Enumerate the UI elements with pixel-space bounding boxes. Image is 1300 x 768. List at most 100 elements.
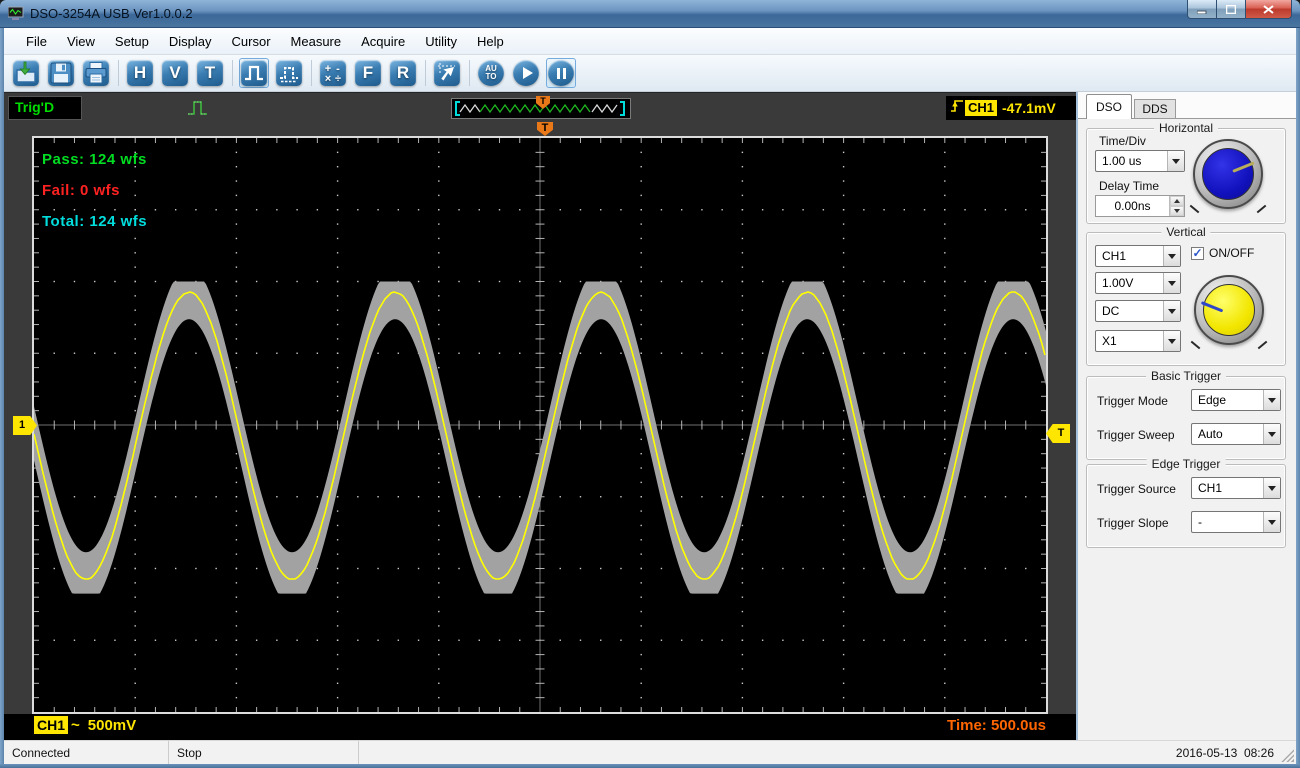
close-button[interactable] — [1246, 0, 1292, 19]
pass-count: Pass: 124 wfs — [42, 144, 147, 175]
delay-time-label: Delay Time — [1099, 179, 1159, 193]
toolbar-separator — [232, 60, 233, 86]
open-file-button[interactable] — [11, 58, 41, 88]
trigger-sweep-select[interactable]: Auto — [1191, 423, 1281, 445]
cursor-measure-button[interactable] — [432, 58, 462, 88]
basic-trigger-title: Basic Trigger — [1146, 369, 1226, 383]
fail-count: Fail: 0 wfs — [42, 175, 147, 206]
trigger-source-label: Trigger Source — [1097, 482, 1176, 496]
knob-pointer — [1201, 301, 1223, 312]
svg-text:÷: ÷ — [335, 73, 341, 85]
math-functions-button[interactable]: +-×÷ — [318, 58, 348, 88]
menu-measure[interactable]: Measure — [281, 30, 352, 53]
chevron-down-icon[interactable] — [1263, 424, 1280, 444]
scope-display[interactable]: Pass: 124 wfs Fail: 0 wfs Total: 124 wfs — [32, 136, 1048, 714]
tab-dso[interactable]: DSO — [1086, 94, 1132, 119]
horizontal-setup-icon: H — [127, 60, 153, 86]
chevron-down-icon[interactable] — [1163, 301, 1180, 321]
toolbar: HVT +-×÷ FR AUTO — [4, 55, 1296, 92]
time-readout: Time: 500.0us — [947, 717, 1046, 734]
run-button[interactable] — [511, 58, 541, 88]
trigger-slope-select[interactable]: - — [1191, 511, 1281, 533]
fft-icon: F — [355, 60, 381, 86]
maximize-button[interactable] — [1217, 0, 1246, 19]
spin-up-icon[interactable] — [1170, 196, 1184, 206]
horizontal-group-title: Horizontal — [1154, 121, 1218, 135]
chevron-down-icon[interactable] — [1263, 390, 1280, 410]
pulse-icon — [186, 97, 214, 124]
pause-icon — [548, 60, 574, 86]
menu-help[interactable]: Help — [467, 30, 514, 53]
vertical-knob[interactable] — [1194, 275, 1268, 349]
checkbox-checked-icon[interactable]: ✓ — [1191, 247, 1204, 260]
probe-select[interactable]: X1 — [1095, 330, 1181, 352]
timediv-label: Time/Div — [1099, 134, 1146, 148]
menu-acquire[interactable]: Acquire — [351, 30, 415, 53]
channel-chip: CH1 — [34, 716, 68, 734]
trigger-level-marker[interactable]: T — [1046, 424, 1070, 443]
vertical-setup-button[interactable]: V — [160, 58, 190, 88]
trigger-setup-button[interactable]: T — [195, 58, 225, 88]
vertical-setup-icon: V — [162, 60, 188, 86]
trigger-mode-select[interactable]: Edge — [1191, 389, 1281, 411]
horizontal-group: Horizontal Time/Div 1.00 us Delay Time 0… — [1086, 128, 1286, 224]
connection-status: Connected — [4, 741, 169, 764]
control-panel: DSO DDS Horizontal Time/Div 1.00 us Dela… — [1078, 92, 1296, 740]
chevron-down-icon[interactable] — [1167, 151, 1184, 171]
acquisition-status: Stop — [169, 741, 359, 764]
horizontal-knob[interactable] — [1193, 139, 1267, 213]
waveform-record-button[interactable] — [274, 58, 304, 88]
menu-file[interactable]: File — [16, 30, 57, 53]
play-icon — [513, 60, 539, 86]
knob-face — [1202, 148, 1254, 200]
cursor-icon — [434, 60, 460, 86]
math-icon: +-×÷ — [320, 60, 346, 86]
pass-fail-test-button[interactable] — [239, 58, 269, 88]
trigger-channel-chip: CH1 — [965, 100, 997, 116]
auto-set-button[interactable]: AUTO — [476, 58, 506, 88]
menu-utility[interactable]: Utility — [415, 30, 467, 53]
edge-trigger-group: Edge Trigger Trigger Source CH1 Trigger … — [1086, 464, 1286, 548]
basic-trigger-group: Basic Trigger Trigger Mode Edge Trigger … — [1086, 376, 1286, 460]
channel-select[interactable]: CH1 — [1095, 245, 1181, 267]
volts-div-select[interactable]: 1.00V — [1095, 272, 1181, 294]
toolbar-separator — [425, 60, 426, 86]
trigger-source-select[interactable]: CH1 — [1191, 477, 1281, 499]
status-bar: Connected Stop 2016-05-13 08:26 — [4, 740, 1296, 764]
window-border-left — [0, 28, 4, 768]
channel-onoff[interactable]: ✓ ON/OFF — [1191, 246, 1254, 260]
title-bar[interactable]: DSO-3254A USB Ver1.0.0.2 — [0, 0, 1300, 28]
trigger-sweep-label: Trigger Sweep — [1097, 428, 1175, 442]
save-file-button[interactable] — [46, 58, 76, 88]
pulse2-icon — [276, 60, 302, 86]
spin-down-icon[interactable] — [1170, 206, 1184, 216]
menu-setup[interactable]: Setup — [105, 30, 159, 53]
coupling-select[interactable]: DC — [1095, 300, 1181, 322]
spinner-buttons[interactable] — [1169, 196, 1184, 216]
tab-dds[interactable]: DDS — [1134, 99, 1176, 119]
menu-view[interactable]: View — [57, 30, 105, 53]
print-button[interactable] — [81, 58, 111, 88]
edge-trigger-title: Edge Trigger — [1147, 457, 1226, 471]
minimize-button[interactable] — [1187, 0, 1217, 19]
trigger-slope-label: Trigger Slope — [1097, 516, 1169, 530]
pause-button[interactable] — [546, 58, 576, 88]
chevron-down-icon[interactable] — [1263, 478, 1280, 498]
menu-cursor[interactable]: Cursor — [222, 30, 281, 53]
chevron-down-icon[interactable] — [1163, 273, 1180, 293]
fft-button[interactable]: F — [353, 58, 383, 88]
horizontal-setup-button[interactable]: H — [125, 58, 155, 88]
delay-time-input[interactable]: 0.00ns — [1095, 195, 1185, 217]
vertical-group: Vertical CH1 1.00V DC X1 ✓ ON/OFF — [1086, 232, 1286, 366]
print-icon — [83, 60, 109, 86]
trigger-setup-icon: T — [197, 60, 223, 86]
chevron-down-icon[interactable] — [1163, 331, 1180, 351]
menu-display[interactable]: Display — [159, 30, 222, 53]
chevron-down-icon[interactable] — [1163, 246, 1180, 266]
trigger-position-marker[interactable]: T — [537, 122, 553, 136]
timediv-select[interactable]: 1.00 us — [1095, 150, 1185, 172]
resize-grip[interactable] — [1281, 749, 1294, 762]
application-window: DSO-3254A USB Ver1.0.0.2 FileViewSetupDi… — [0, 0, 1300, 768]
refresh-button[interactable]: R — [388, 58, 418, 88]
chevron-down-icon[interactable] — [1263, 512, 1280, 532]
